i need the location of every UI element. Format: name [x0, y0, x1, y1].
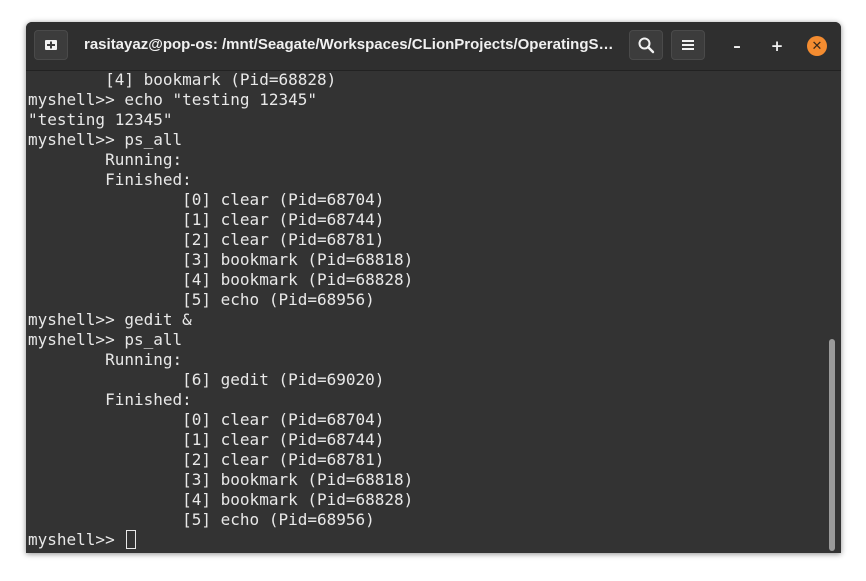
close-icon: ✕ — [811, 38, 823, 54]
terminal-line: Finished: — [28, 390, 192, 409]
terminal-output[interactable]: [4] bookmark (Pid=68828) myshell>> echo "… — [26, 71, 826, 553]
terminal-line: Finished: — [28, 170, 192, 189]
terminal-line: [1] clear (Pid=68744) — [28, 430, 385, 449]
terminal-line: [0] clear (Pid=68704) — [28, 410, 385, 429]
search-button[interactable] — [629, 30, 663, 60]
scrollbar[interactable] — [829, 71, 837, 553]
hamburger-menu-icon — [682, 40, 694, 50]
terminal-line: myshell>> ps_all — [28, 130, 183, 149]
new-tab-button[interactable] — [34, 30, 68, 60]
terminal-line: [1] clear (Pid=68744) — [28, 210, 385, 229]
minimize-button[interactable]: – — [726, 35, 748, 57]
text-cursor — [126, 530, 137, 549]
scrollbar-thumb[interactable] — [829, 339, 835, 551]
terminal-line: [4] bookmark (Pid=68828) — [28, 71, 337, 89]
terminal-line: [2] clear (Pid=68781) — [28, 230, 385, 249]
terminal-line: myshell>> gedit & — [28, 310, 192, 329]
terminal-line: [4] bookmark (Pid=68828) — [28, 270, 414, 289]
prompt-line[interactable]: myshell>> — [28, 530, 137, 550]
menu-button[interactable] — [671, 30, 705, 60]
maximize-button[interactable]: + — [766, 35, 788, 57]
terminal-line: [0] clear (Pid=68704) — [28, 190, 385, 209]
terminal-line: "testing 12345" — [28, 110, 173, 129]
terminal-line: myshell>> echo "testing 12345" — [28, 90, 317, 109]
terminal-line: [2] clear (Pid=68781) — [28, 450, 385, 469]
terminal-line: myshell>> ps_all — [28, 330, 183, 349]
new-tab-icon — [45, 40, 57, 50]
prompt-text: myshell>> — [28, 530, 125, 549]
terminal-line: [3] bookmark (Pid=68818) — [28, 470, 414, 489]
close-button[interactable]: ✕ — [807, 36, 827, 56]
search-icon — [638, 37, 655, 54]
terminal-window: rasitayaz@pop-os: /mnt/Seagate/Workspace… — [26, 22, 841, 553]
terminal-line: [3] bookmark (Pid=68818) — [28, 250, 414, 269]
terminal-line: [4] bookmark (Pid=68828) — [28, 490, 414, 509]
window-title: rasitayaz@pop-os: /mnt/Seagate/Workspace… — [84, 36, 614, 53]
terminal-line: [5] echo (Pid=68956) — [28, 290, 375, 309]
terminal-line: [6] gedit (Pid=69020) — [28, 370, 385, 389]
title-bar[interactable]: rasitayaz@pop-os: /mnt/Seagate/Workspace… — [26, 22, 841, 71]
terminal-line: Running: — [28, 150, 183, 169]
terminal-line: Running: — [28, 350, 183, 369]
terminal-line: [5] echo (Pid=68956) — [28, 510, 375, 529]
